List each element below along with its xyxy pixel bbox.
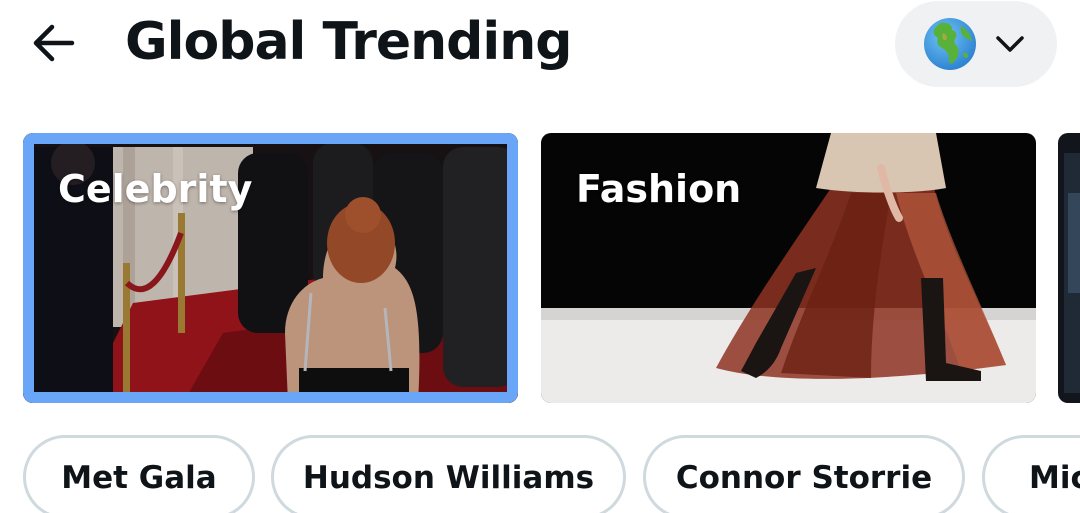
region-selector-button[interactable] — [895, 1, 1057, 87]
page-title: Global Trending — [125, 12, 572, 72]
category-label: Fashion — [576, 167, 742, 211]
arrow-left-icon — [33, 24, 75, 62]
trending-topic-chips: Met Gala Hudson Williams Connor Storrie … — [0, 435, 1080, 513]
top-bar: Global Trending — [0, 0, 1080, 100]
category-card-fashion[interactable]: Fashion — [541, 133, 1036, 403]
category-card-next[interactable] — [1058, 133, 1080, 403]
chip-met-gala[interactable]: Met Gala — [23, 435, 255, 513]
chip-hudson-williams[interactable]: Hudson Williams — [271, 435, 626, 513]
category-card-celebrity[interactable]: Celebrity — [23, 133, 518, 403]
globe-icon — [924, 18, 976, 70]
chip-connor-storrie[interactable]: Connor Storrie — [643, 435, 965, 513]
next-card-image — [1058, 133, 1080, 403]
category-carousel: Celebrity Fashion — [0, 133, 1080, 403]
category-label: Celebrity — [58, 167, 253, 211]
chip-partial[interactable]: Mic — [982, 435, 1080, 513]
chevron-down-icon — [996, 36, 1024, 52]
back-button[interactable] — [22, 16, 82, 70]
